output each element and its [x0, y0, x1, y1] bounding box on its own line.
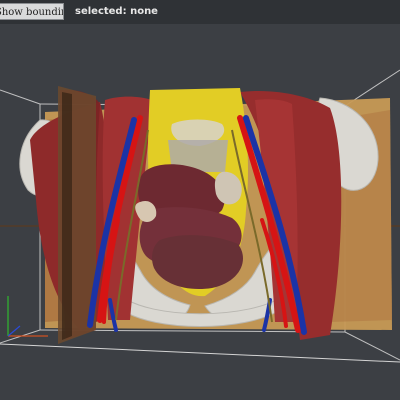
toolbar: Show bounding box selected: none — [0, 0, 400, 24]
anatomy-scene[interactable] — [0, 0, 400, 400]
selection-status: selected: none — [75, 5, 158, 18]
selection-value: none — [130, 6, 158, 17]
3d-viewport[interactable]: Show bounding box selected: none — [0, 0, 400, 400]
show-bounding-box-button[interactable]: Show bounding box — [0, 3, 64, 20]
selection-label: selected: — [75, 6, 127, 17]
